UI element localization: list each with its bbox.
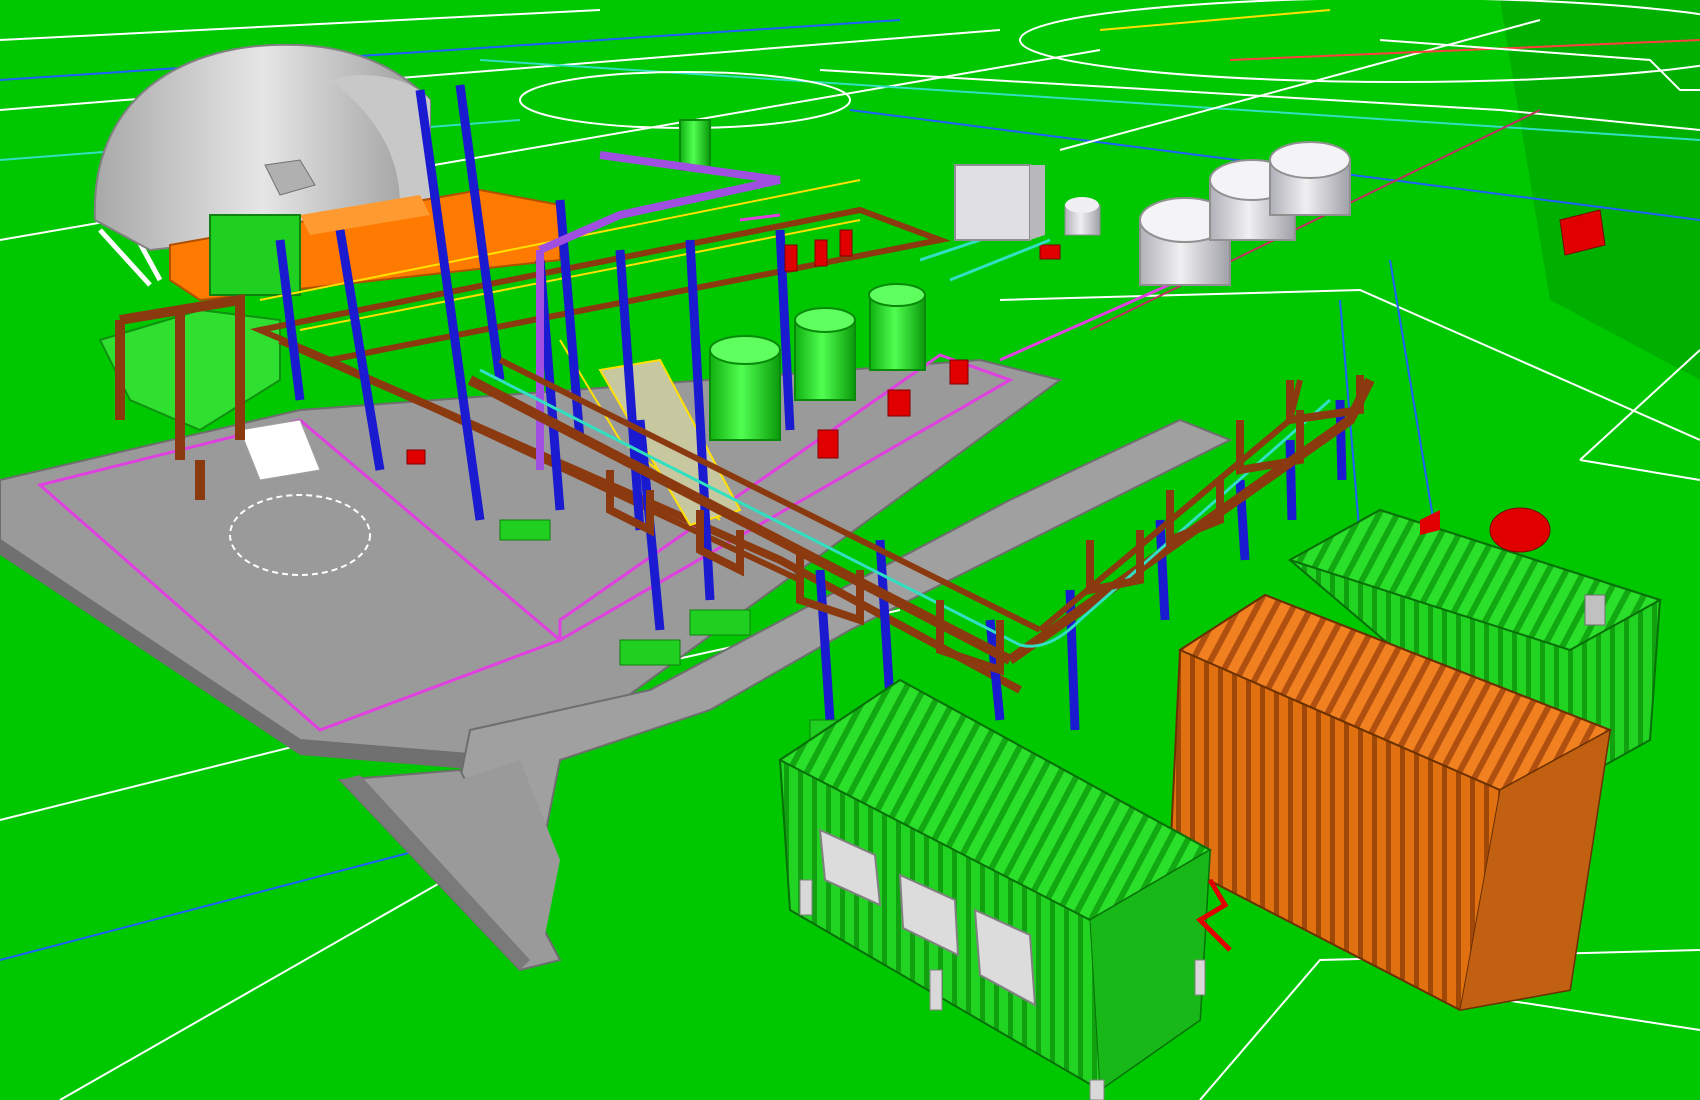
model-viewport[interactable] (0, 0, 1700, 1100)
